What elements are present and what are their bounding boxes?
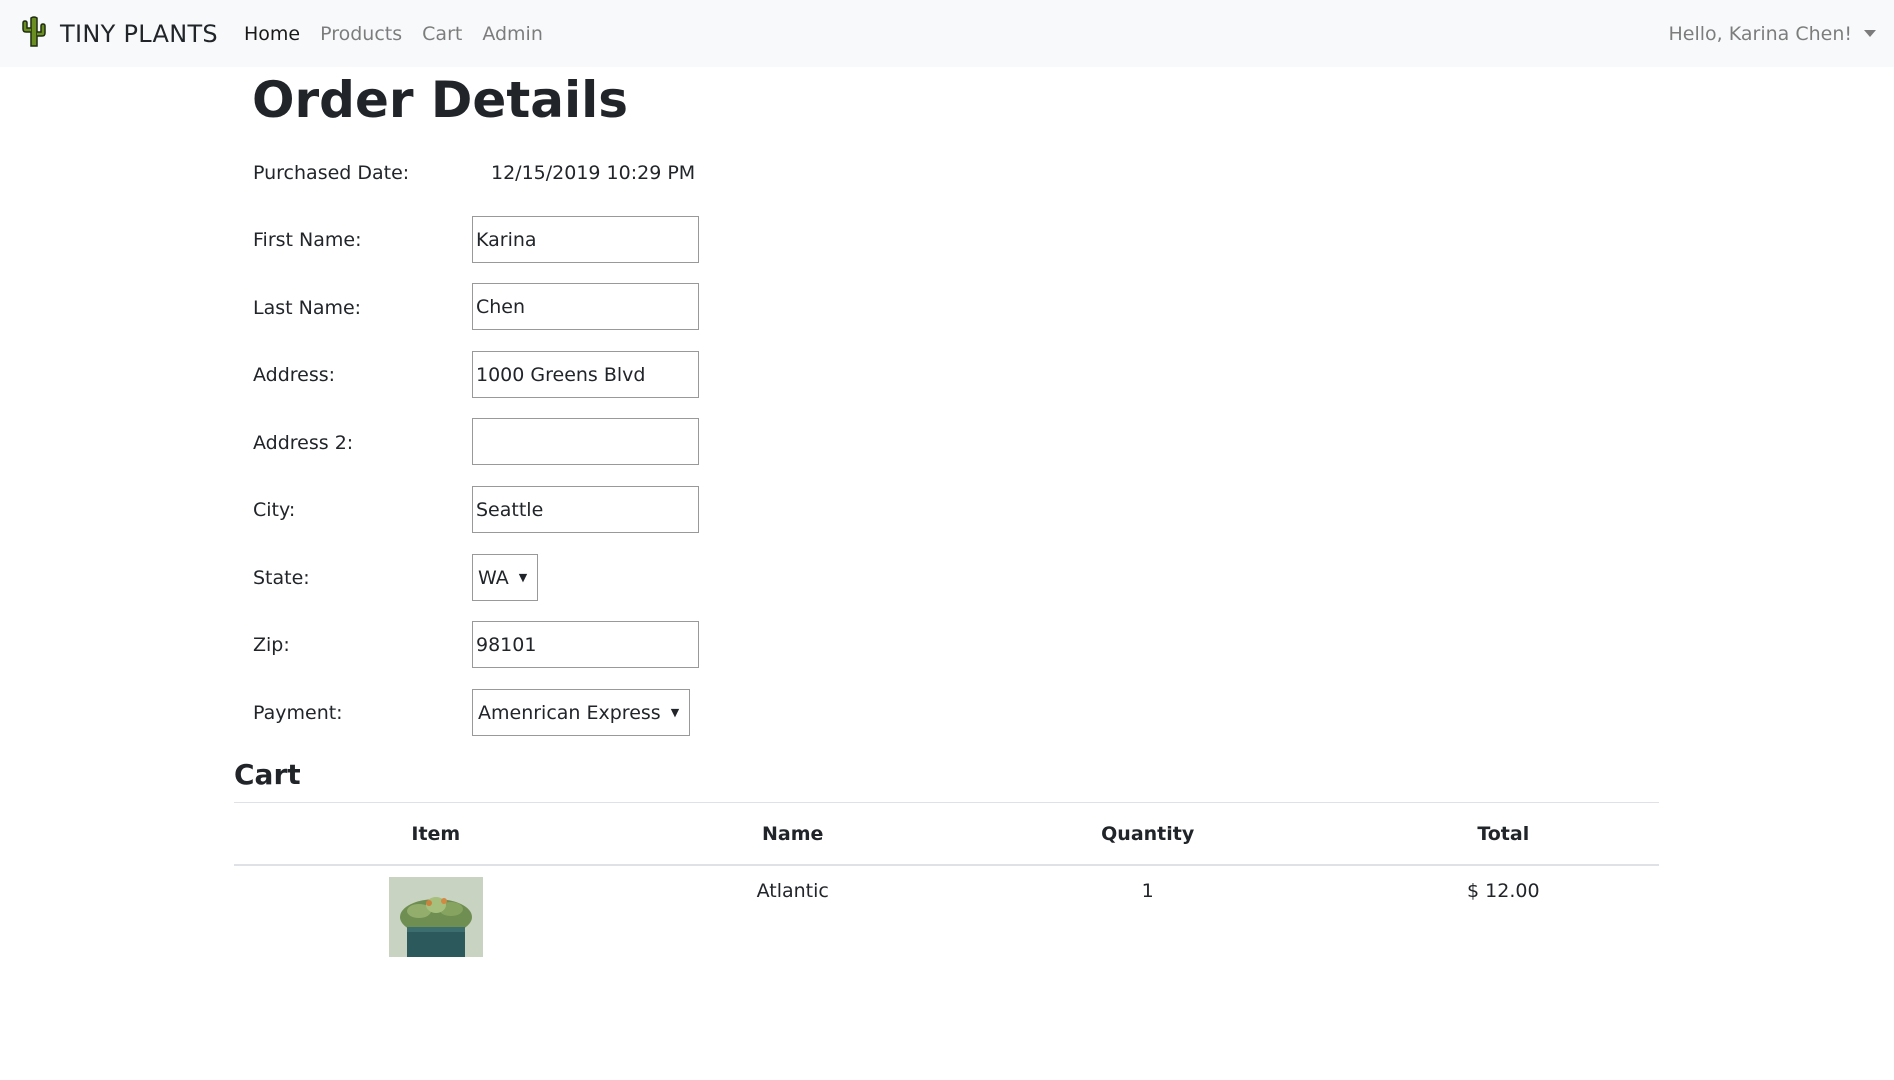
- state-label: State:: [253, 567, 310, 589]
- payment-select[interactable]: Amenrican Express ▼: [472, 689, 691, 736]
- address-field[interactable]: [472, 351, 699, 398]
- purchased-date-value: 12/15/2019 10:29 PM: [491, 162, 696, 184]
- first-name-field[interactable]: [472, 216, 699, 263]
- nav-link-cart[interactable]: Cart: [422, 23, 462, 45]
- page-title: Order Details: [252, 71, 629, 129]
- succulent-plant-image: [388, 877, 483, 957]
- address2-label: Address 2:: [253, 432, 354, 454]
- top-navbar: TINY PLANTS Home Products Cart Admin Hel…: [0, 0, 1894, 67]
- address-label: Address:: [253, 364, 336, 386]
- state-selected-value: WA: [478, 566, 509, 589]
- dropdown-arrow-icon: ▼: [518, 571, 528, 584]
- state-select[interactable]: WA ▼: [472, 554, 539, 601]
- city-field[interactable]: [472, 486, 699, 533]
- item-cell: [234, 865, 638, 1080]
- nav-link-products[interactable]: Products: [320, 23, 402, 45]
- brand-name: TINY PLANTS: [60, 19, 218, 48]
- cactus-icon: [20, 15, 48, 52]
- zip-label: Zip:: [253, 634, 290, 656]
- last-name-field[interactable]: [472, 283, 699, 330]
- user-greeting: Hello, Karina Chen!: [1668, 22, 1852, 45]
- column-header-total: Total: [1347, 802, 1659, 866]
- address2-field[interactable]: [472, 418, 699, 465]
- column-header-quantity: Quantity: [947, 802, 1348, 866]
- first-name-label: First Name:: [253, 229, 362, 251]
- table-header-row: Item Name Quantity Total: [234, 802, 1659, 866]
- nav-link-admin[interactable]: Admin: [482, 23, 543, 45]
- payment-selected-value: Amenrican Express: [478, 701, 661, 724]
- dropdown-arrow-icon: ▼: [670, 706, 680, 719]
- main-nav: Home Products Cart Admin: [244, 0, 543, 67]
- payment-label: Payment:: [253, 702, 343, 724]
- city-label: City:: [253, 499, 296, 521]
- column-header-item: Item: [234, 802, 638, 866]
- column-header-name: Name: [637, 802, 948, 866]
- item-total: $ 12.00: [1467, 880, 1540, 902]
- last-name-label: Last Name:: [253, 297, 362, 319]
- purchased-date-label: Purchased Date:: [253, 162, 410, 184]
- chevron-down-icon: [1864, 30, 1876, 37]
- item-name: Atlantic: [756, 880, 829, 902]
- nav-link-home[interactable]: Home: [244, 23, 300, 45]
- zip-field[interactable]: [472, 621, 699, 668]
- user-menu-dropdown[interactable]: Hello, Karina Chen!: [1669, 0, 1876, 67]
- item-quantity: 1: [1141, 880, 1154, 902]
- table-row: Atlantic 1 $ 12.00: [234, 865, 1659, 1080]
- cart-title: Cart: [234, 758, 301, 791]
- cart-table: Item Name Quantity Total Atlantic 1 $ 12…: [234, 802, 1659, 1080]
- brand-link[interactable]: TINY PLANTS: [20, 0, 218, 67]
